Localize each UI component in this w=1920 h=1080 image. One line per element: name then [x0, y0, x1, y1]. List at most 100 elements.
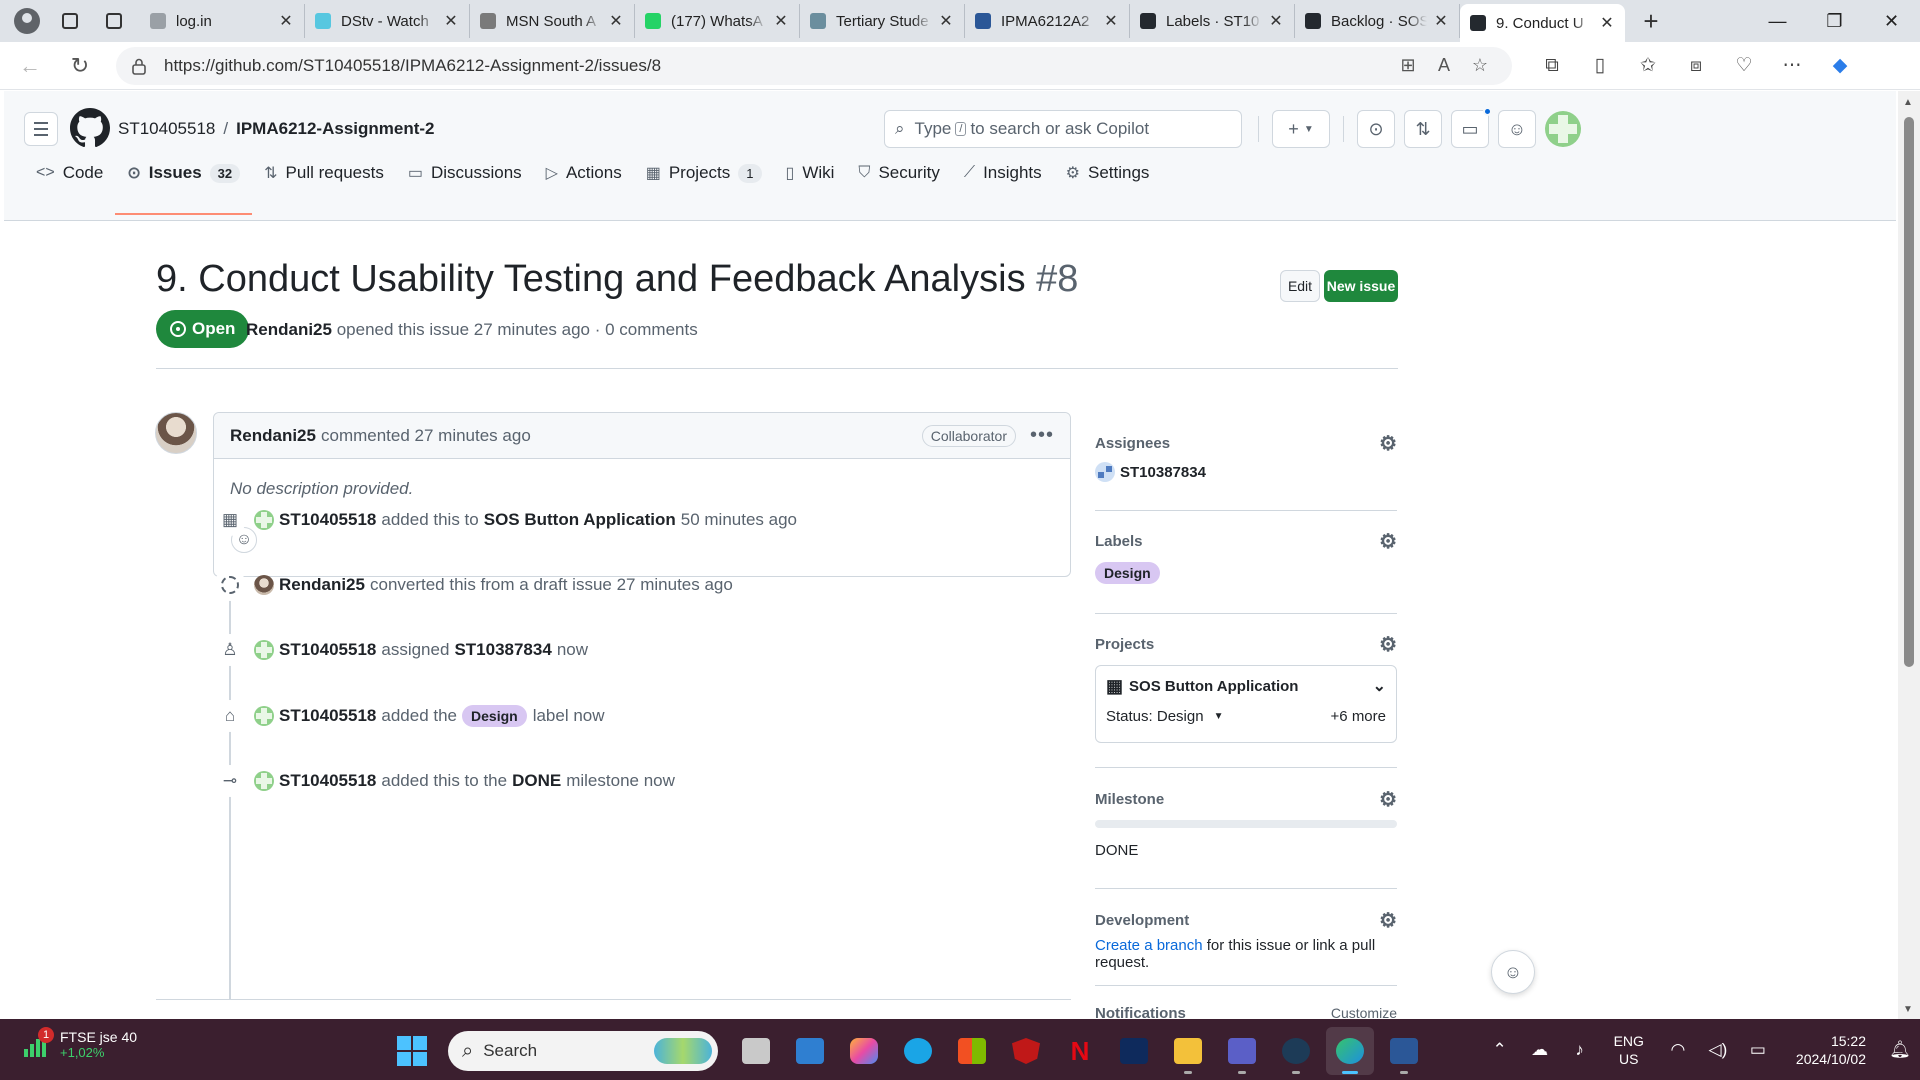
gear-icon[interactable]: ⚙ [1379, 787, 1397, 812]
edit-button[interactable]: Edit [1280, 270, 1320, 302]
create-branch-link[interactable]: Create a branch [1095, 937, 1203, 954]
microsoft-store-icon[interactable] [948, 1027, 996, 1075]
event-actor-link[interactable]: ST10405518 [279, 706, 376, 726]
repo-owner-link[interactable]: ST10405518 [118, 119, 215, 139]
event-target-link[interactable]: ST10387834 [454, 640, 551, 660]
restore-button[interactable]: ❐ [1806, 0, 1863, 42]
event-actor-link[interactable]: ST10405518 [279, 771, 376, 791]
refresh-button[interactable]: ↻ [60, 46, 100, 86]
browser-tab[interactable]: log.in ✕ [140, 4, 305, 38]
project-status-select[interactable]: Status: Design [1106, 708, 1204, 725]
close-window-button[interactable]: ✕ [1863, 0, 1920, 42]
inbox-button[interactable]: ▭ [1451, 107, 1492, 148]
start-button[interactable] [390, 1029, 434, 1073]
gear-icon[interactable]: ⚙ [1379, 632, 1397, 657]
close-tab-icon[interactable]: ✕ [938, 11, 954, 31]
project-name-link[interactable]: SOS Button Application [1129, 678, 1298, 695]
customize-link[interactable]: Customize [1331, 1005, 1397, 1019]
avatar[interactable] [155, 412, 197, 454]
issues-button[interactable]: ⊙ [1357, 110, 1395, 148]
event-target-link[interactable]: SOS Button Application [484, 510, 676, 530]
browser-tab[interactable]: Backlog · SOS ✕ [1295, 4, 1460, 38]
disney-plus-icon[interactable] [1110, 1027, 1158, 1075]
avatar[interactable] [254, 510, 274, 530]
avatar[interactable] [254, 706, 274, 726]
address-bar[interactable]: https://github.com/ST10405518/IPMA6212-A… [116, 46, 1512, 85]
edge-beta-icon[interactable] [894, 1027, 942, 1075]
tab-settings[interactable]: ⚙ Settings [1054, 151, 1162, 195]
event-actor-link[interactable]: Rendani25 [279, 575, 365, 595]
tab-issues[interactable]: ⊙ Issues 32 [115, 151, 252, 215]
browser-tab[interactable]: (177) WhatsA ✕ [635, 4, 800, 38]
close-tab-icon[interactable]: ✕ [278, 11, 294, 31]
more-menu-icon[interactable]: ⋯ [1768, 54, 1816, 77]
browser-tab[interactable]: 9. Conduct U ✕ [1460, 4, 1625, 42]
app-available-icon[interactable]: ⊞ [1390, 55, 1426, 76]
chevron-up-icon[interactable]: ⌃ [1480, 1040, 1520, 1060]
extensions-icon[interactable]: ⧉ [1528, 55, 1576, 77]
favorite-star-icon[interactable]: ☆ [1462, 55, 1498, 76]
copilot-chat-button[interactable]: ☺ [1491, 950, 1535, 994]
close-tab-icon[interactable]: ✕ [1599, 13, 1615, 33]
minimize-button[interactable]: — [1749, 0, 1806, 42]
taskbar-search[interactable]: ⌕ Search [448, 1031, 718, 1071]
new-issue-button[interactable]: New issue [1324, 270, 1398, 302]
copilot-app-icon[interactable] [840, 1027, 888, 1075]
browser-tab[interactable]: IPMA6212A2 ✕ [965, 4, 1130, 38]
gear-icon[interactable]: ⚙ [1379, 908, 1397, 933]
onedrive-cloud-icon[interactable]: ☁ [1520, 1040, 1560, 1060]
workspaces-button[interactable] [52, 4, 88, 38]
mcafee-icon[interactable] [1002, 1027, 1050, 1075]
user-avatar[interactable] [1545, 111, 1581, 147]
scroll-up-icon[interactable]: ▲ [1903, 97, 1913, 108]
gear-icon[interactable]: ⚙ [1379, 431, 1397, 456]
pull-requests-button[interactable]: ⇅ [1404, 110, 1442, 148]
browser-essentials-icon[interactable]: ♡ [1720, 54, 1768, 77]
copilot-button[interactable]: ☺ [1498, 110, 1536, 148]
issue-author-link[interactable]: Rendani25 [246, 320, 332, 339]
tab-discussions[interactable]: ▭ Discussions [396, 151, 534, 195]
avatar[interactable] [254, 640, 274, 660]
disc-app-icon[interactable] [1272, 1027, 1320, 1075]
close-tab-icon[interactable]: ✕ [1103, 11, 1119, 31]
browser-tab[interactable]: Labels · ST10 ✕ [1130, 4, 1295, 38]
favorites-icon[interactable]: ✩ [1624, 54, 1672, 77]
clock[interactable]: 15:22 2024/10/02 [1796, 1032, 1866, 1068]
assignee-item[interactable]: ST10387834 [1095, 462, 1397, 482]
close-tab-icon[interactable]: ✕ [608, 11, 624, 31]
microphone-icon[interactable]: ♪ [1560, 1040, 1600, 1060]
new-tab-button[interactable]: + [1631, 6, 1671, 37]
word-icon[interactable] [1380, 1027, 1428, 1075]
myhp-icon[interactable] [786, 1027, 834, 1075]
scroll-down-icon[interactable]: ▼ [1903, 1004, 1913, 1015]
tab-security[interactable]: ⛉ Security [846, 151, 951, 195]
tab-actions-button[interactable] [96, 4, 132, 38]
avatar[interactable] [254, 575, 274, 595]
event-actor-link[interactable]: ST10405518 [279, 640, 376, 660]
file-explorer-icon[interactable] [1164, 1027, 1212, 1075]
copilot-icon[interactable]: ◆ [1816, 54, 1864, 77]
battery-icon[interactable]: ▭ [1738, 1040, 1778, 1060]
close-tab-icon[interactable]: ✕ [773, 11, 789, 31]
github-logo-icon[interactable] [70, 108, 110, 148]
event-target-link[interactable]: DONE [512, 771, 561, 791]
tab-code[interactable]: <> Code [24, 151, 115, 195]
teams-icon[interactable] [1218, 1027, 1266, 1075]
project-more-link[interactable]: +6 more [1331, 708, 1386, 725]
chevron-down-icon[interactable]: ⌄ [1373, 676, 1386, 696]
label-design[interactable]: Design [462, 705, 527, 727]
netflix-icon[interactable]: N [1056, 1027, 1104, 1075]
profile-button[interactable] [10, 4, 44, 38]
notifications-bell-icon[interactable]: 🔔︎ [1880, 1040, 1920, 1060]
close-tab-icon[interactable]: ✕ [1433, 11, 1449, 31]
browser-tab[interactable]: MSN South A ✕ [470, 4, 635, 38]
close-tab-icon[interactable]: ✕ [443, 11, 459, 31]
scrollbar-thumb[interactable] [1904, 117, 1914, 667]
avatar[interactable] [254, 771, 274, 791]
close-tab-icon[interactable]: ✕ [1268, 11, 1284, 31]
collections-icon[interactable]: ⧈ [1672, 55, 1720, 77]
language-indicator[interactable]: ENG US [1614, 1032, 1644, 1068]
task-view-icon[interactable] [732, 1027, 780, 1075]
tab-projects[interactable]: ▦ Projects 1 [634, 151, 774, 195]
browser-tab[interactable]: DStv - Watch ✕ [305, 4, 470, 38]
